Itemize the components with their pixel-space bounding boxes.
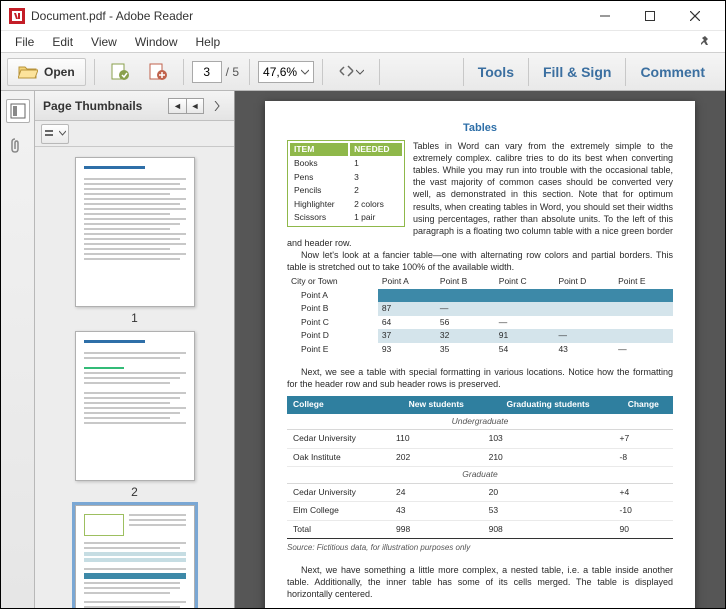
toolbar: Open / 5 47,6% Tools Fill & Sign Comment: [1, 53, 725, 91]
college-table: CollegeNew studentsGraduating studentsCh…: [287, 396, 673, 539]
menu-file[interactable]: File: [7, 33, 42, 51]
thumbnails-title: Page Thumbnails: [43, 99, 142, 113]
menu-view[interactable]: View: [83, 33, 125, 51]
thumb-prev-button[interactable]: ◄: [168, 98, 186, 114]
wide-table: City or TownPoint APoint BPoint CPoint D…: [287, 275, 673, 356]
menu-help[interactable]: Help: [188, 33, 229, 51]
comment-link[interactable]: Comment: [625, 58, 719, 86]
paragraph: Next, we see a table with special format…: [287, 366, 673, 390]
menu-bar: File Edit View Window Help: [1, 31, 725, 53]
open-button[interactable]: Open: [7, 58, 86, 86]
close-button[interactable]: [672, 2, 717, 30]
title-bar: Document.pdf - Adobe Reader: [1, 1, 725, 31]
page-content: Tables ITEMNEEDED Books1 Pens3 Pencils2 …: [265, 101, 695, 608]
source-note: Source: Fictitious data, for illustratio…: [287, 543, 673, 554]
thumbnails-panel: Page Thumbnails ◄ ◄ 1 2 3: [35, 91, 235, 608]
create-pdf-button[interactable]: [103, 58, 137, 86]
pin-icon[interactable]: [693, 33, 719, 51]
chevron-down-icon: [301, 68, 309, 76]
float-table: ITEMNEEDED Books1 Pens3 Pencils2 Highlig…: [287, 140, 405, 227]
thumbnail-label: 1: [75, 311, 195, 325]
minimize-button[interactable]: [582, 2, 627, 30]
zoom-value: 47,6%: [263, 65, 297, 79]
menu-window[interactable]: Window: [127, 33, 186, 51]
page-number-input[interactable]: [192, 61, 222, 83]
attachments-tab-icon[interactable]: [6, 133, 30, 157]
maximize-button[interactable]: [627, 2, 672, 30]
window-title: Document.pdf - Adobe Reader: [31, 9, 193, 23]
separator: [249, 59, 250, 85]
page-heading: Tables: [287, 121, 673, 136]
thumbnails-list[interactable]: 1 2 3: [35, 147, 234, 608]
thumb-next-button[interactable]: ◄: [186, 98, 204, 114]
paragraph: Now let's look at a fancier table—one wi…: [287, 249, 673, 273]
thumbnail-page-1[interactable]: 1: [75, 157, 195, 325]
paragraph: Next, we have something a little more co…: [287, 564, 673, 600]
thumbnails-toolbar: [35, 121, 234, 147]
fill-sign-link[interactable]: Fill & Sign: [528, 58, 625, 86]
thumbnail-page-3[interactable]: 3: [75, 505, 195, 608]
thumbnail-label: 2: [75, 485, 195, 499]
export-pdf-button[interactable]: [141, 58, 175, 86]
separator: [94, 59, 95, 85]
thumbnails-tab-icon[interactable]: [6, 99, 30, 123]
panel-close-icon[interactable]: [210, 98, 226, 114]
app-icon: [9, 8, 25, 24]
separator: [379, 59, 380, 85]
folder-open-icon: [18, 64, 38, 80]
separator: [183, 59, 184, 85]
thumbnails-options-button[interactable]: [41, 124, 69, 144]
thumbnail-page-2[interactable]: 2: [75, 331, 195, 499]
thumbnails-header: Page Thumbnails ◄ ◄: [35, 91, 234, 121]
zoom-select[interactable]: 47,6%: [258, 61, 314, 83]
separator: [322, 59, 323, 85]
menu-edit[interactable]: Edit: [44, 33, 81, 51]
main-area: Page Thumbnails ◄ ◄ 1 2 3: [1, 91, 725, 608]
page-count: / 5: [226, 65, 239, 79]
chevron-down-icon: [356, 68, 364, 76]
document-view[interactable]: Tables ITEMNEEDED Books1 Pens3 Pencils2 …: [235, 91, 725, 608]
fit-page-button[interactable]: [331, 58, 371, 86]
tools-link[interactable]: Tools: [463, 58, 528, 86]
navigation-rail: [1, 91, 35, 608]
open-label: Open: [44, 65, 75, 79]
